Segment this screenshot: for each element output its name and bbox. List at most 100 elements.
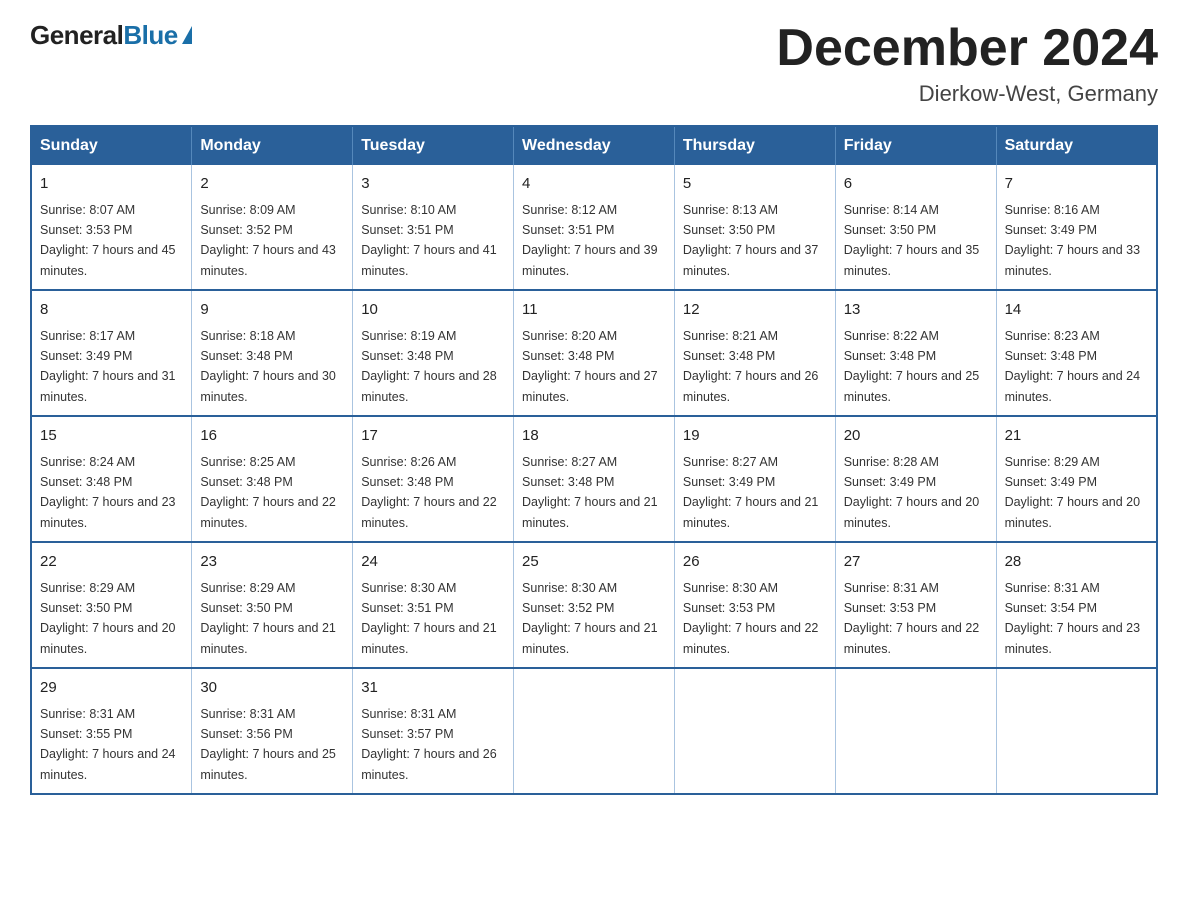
- day-info: Sunrise: 8:12 AMSunset: 3:51 PMDaylight:…: [522, 203, 658, 278]
- day-info: Sunrise: 8:10 AMSunset: 3:51 PMDaylight:…: [361, 203, 497, 278]
- logo-general-text: General: [30, 20, 123, 51]
- calendar-day-cell: 4 Sunrise: 8:12 AMSunset: 3:51 PMDayligh…: [514, 165, 675, 290]
- day-info: Sunrise: 8:31 AMSunset: 3:54 PMDaylight:…: [1005, 581, 1141, 656]
- calendar-day-cell: 16 Sunrise: 8:25 AMSunset: 3:48 PMDaylig…: [192, 416, 353, 542]
- day-info: Sunrise: 8:25 AMSunset: 3:48 PMDaylight:…: [200, 455, 336, 530]
- calendar-day-cell: 2 Sunrise: 8:09 AMSunset: 3:52 PMDayligh…: [192, 165, 353, 290]
- calendar-day-cell: 19 Sunrise: 8:27 AMSunset: 3:49 PMDaylig…: [674, 416, 835, 542]
- day-number: 26: [683, 551, 827, 574]
- calendar-week-row: 22 Sunrise: 8:29 AMSunset: 3:50 PMDaylig…: [31, 542, 1157, 668]
- day-number: 21: [1005, 425, 1148, 448]
- day-info: Sunrise: 8:27 AMSunset: 3:49 PMDaylight:…: [683, 455, 819, 530]
- day-info: Sunrise: 8:21 AMSunset: 3:48 PMDaylight:…: [683, 329, 819, 404]
- day-number: 13: [844, 299, 988, 322]
- calendar-week-row: 15 Sunrise: 8:24 AMSunset: 3:48 PMDaylig…: [31, 416, 1157, 542]
- calendar-day-cell: 7 Sunrise: 8:16 AMSunset: 3:49 PMDayligh…: [996, 165, 1157, 290]
- day-number: 31: [361, 677, 505, 700]
- day-info: Sunrise: 8:23 AMSunset: 3:48 PMDaylight:…: [1005, 329, 1141, 404]
- calendar-day-cell: 8 Sunrise: 8:17 AMSunset: 3:49 PMDayligh…: [31, 290, 192, 416]
- calendar-day-cell: 27 Sunrise: 8:31 AMSunset: 3:53 PMDaylig…: [835, 542, 996, 668]
- day-number: 19: [683, 425, 827, 448]
- day-info: Sunrise: 8:30 AMSunset: 3:53 PMDaylight:…: [683, 581, 819, 656]
- day-info: Sunrise: 8:26 AMSunset: 3:48 PMDaylight:…: [361, 455, 497, 530]
- day-info: Sunrise: 8:16 AMSunset: 3:49 PMDaylight:…: [1005, 203, 1141, 278]
- day-number: 27: [844, 551, 988, 574]
- day-number: 16: [200, 425, 344, 448]
- calendar-day-cell: [514, 668, 675, 794]
- calendar-day-cell: 28 Sunrise: 8:31 AMSunset: 3:54 PMDaylig…: [996, 542, 1157, 668]
- day-info: Sunrise: 8:20 AMSunset: 3:48 PMDaylight:…: [522, 329, 658, 404]
- calendar-day-cell: 21 Sunrise: 8:29 AMSunset: 3:49 PMDaylig…: [996, 416, 1157, 542]
- day-number: 18: [522, 425, 666, 448]
- calendar-day-cell: 17 Sunrise: 8:26 AMSunset: 3:48 PMDaylig…: [353, 416, 514, 542]
- day-info: Sunrise: 8:07 AMSunset: 3:53 PMDaylight:…: [40, 203, 176, 278]
- day-info: Sunrise: 8:29 AMSunset: 3:50 PMDaylight:…: [40, 581, 176, 656]
- day-number: 23: [200, 551, 344, 574]
- calendar-day-cell: 31 Sunrise: 8:31 AMSunset: 3:57 PMDaylig…: [353, 668, 514, 794]
- calendar-header-wednesday: Wednesday: [514, 126, 675, 165]
- calendar-header-thursday: Thursday: [674, 126, 835, 165]
- calendar-day-cell: 30 Sunrise: 8:31 AMSunset: 3:56 PMDaylig…: [192, 668, 353, 794]
- calendar-day-cell: 3 Sunrise: 8:10 AMSunset: 3:51 PMDayligh…: [353, 165, 514, 290]
- day-number: 9: [200, 299, 344, 322]
- calendar-day-cell: 13 Sunrise: 8:22 AMSunset: 3:48 PMDaylig…: [835, 290, 996, 416]
- logo-blue-part: Blue: [123, 20, 191, 51]
- calendar-day-cell: 26 Sunrise: 8:30 AMSunset: 3:53 PMDaylig…: [674, 542, 835, 668]
- day-number: 6: [844, 173, 988, 196]
- day-number: 20: [844, 425, 988, 448]
- calendar-day-cell: 9 Sunrise: 8:18 AMSunset: 3:48 PMDayligh…: [192, 290, 353, 416]
- day-number: 28: [1005, 551, 1148, 574]
- calendar-day-cell: 10 Sunrise: 8:19 AMSunset: 3:48 PMDaylig…: [353, 290, 514, 416]
- day-info: Sunrise: 8:31 AMSunset: 3:55 PMDaylight:…: [40, 707, 176, 782]
- location-subtitle: Dierkow-West, Germany: [776, 81, 1158, 107]
- title-block: December 2024 Dierkow-West, Germany: [776, 20, 1158, 107]
- day-info: Sunrise: 8:27 AMSunset: 3:48 PMDaylight:…: [522, 455, 658, 530]
- day-number: 7: [1005, 173, 1148, 196]
- calendar-header-tuesday: Tuesday: [353, 126, 514, 165]
- calendar-day-cell: 25 Sunrise: 8:30 AMSunset: 3:52 PMDaylig…: [514, 542, 675, 668]
- day-info: Sunrise: 8:31 AMSunset: 3:53 PMDaylight:…: [844, 581, 980, 656]
- day-number: 24: [361, 551, 505, 574]
- calendar-week-row: 8 Sunrise: 8:17 AMSunset: 3:49 PMDayligh…: [31, 290, 1157, 416]
- day-info: Sunrise: 8:17 AMSunset: 3:49 PMDaylight:…: [40, 329, 176, 404]
- day-number: 4: [522, 173, 666, 196]
- logo-blue-text: Blue: [123, 20, 177, 51]
- calendar-day-cell: 29 Sunrise: 8:31 AMSunset: 3:55 PMDaylig…: [31, 668, 192, 794]
- calendar-day-cell: [835, 668, 996, 794]
- day-number: 8: [40, 299, 183, 322]
- day-info: Sunrise: 8:31 AMSunset: 3:57 PMDaylight:…: [361, 707, 497, 782]
- calendar-header-sunday: Sunday: [31, 126, 192, 165]
- day-info: Sunrise: 8:29 AMSunset: 3:50 PMDaylight:…: [200, 581, 336, 656]
- day-info: Sunrise: 8:09 AMSunset: 3:52 PMDaylight:…: [200, 203, 336, 278]
- day-number: 17: [361, 425, 505, 448]
- calendar-header-row: SundayMondayTuesdayWednesdayThursdayFrid…: [31, 126, 1157, 165]
- calendar-day-cell: 14 Sunrise: 8:23 AMSunset: 3:48 PMDaylig…: [996, 290, 1157, 416]
- day-info: Sunrise: 8:24 AMSunset: 3:48 PMDaylight:…: [40, 455, 176, 530]
- calendar-day-cell: 6 Sunrise: 8:14 AMSunset: 3:50 PMDayligh…: [835, 165, 996, 290]
- day-number: 15: [40, 425, 183, 448]
- day-info: Sunrise: 8:18 AMSunset: 3:48 PMDaylight:…: [200, 329, 336, 404]
- day-number: 12: [683, 299, 827, 322]
- calendar-day-cell: 24 Sunrise: 8:30 AMSunset: 3:51 PMDaylig…: [353, 542, 514, 668]
- day-number: 30: [200, 677, 344, 700]
- day-number: 3: [361, 173, 505, 196]
- calendar-header-friday: Friday: [835, 126, 996, 165]
- calendar-day-cell: 18 Sunrise: 8:27 AMSunset: 3:48 PMDaylig…: [514, 416, 675, 542]
- day-info: Sunrise: 8:19 AMSunset: 3:48 PMDaylight:…: [361, 329, 497, 404]
- day-number: 5: [683, 173, 827, 196]
- day-number: 22: [40, 551, 183, 574]
- calendar-header-saturday: Saturday: [996, 126, 1157, 165]
- day-number: 11: [522, 299, 666, 322]
- day-number: 25: [522, 551, 666, 574]
- calendar-day-cell: 5 Sunrise: 8:13 AMSunset: 3:50 PMDayligh…: [674, 165, 835, 290]
- calendar-week-row: 29 Sunrise: 8:31 AMSunset: 3:55 PMDaylig…: [31, 668, 1157, 794]
- day-info: Sunrise: 8:28 AMSunset: 3:49 PMDaylight:…: [844, 455, 980, 530]
- calendar-day-cell: 1 Sunrise: 8:07 AMSunset: 3:53 PMDayligh…: [31, 165, 192, 290]
- day-number: 10: [361, 299, 505, 322]
- day-number: 1: [40, 173, 183, 196]
- calendar-day-cell: 23 Sunrise: 8:29 AMSunset: 3:50 PMDaylig…: [192, 542, 353, 668]
- month-title: December 2024: [776, 20, 1158, 77]
- calendar-day-cell: 22 Sunrise: 8:29 AMSunset: 3:50 PMDaylig…: [31, 542, 192, 668]
- logo-triangle-icon: [182, 26, 192, 44]
- calendar-day-cell: 15 Sunrise: 8:24 AMSunset: 3:48 PMDaylig…: [31, 416, 192, 542]
